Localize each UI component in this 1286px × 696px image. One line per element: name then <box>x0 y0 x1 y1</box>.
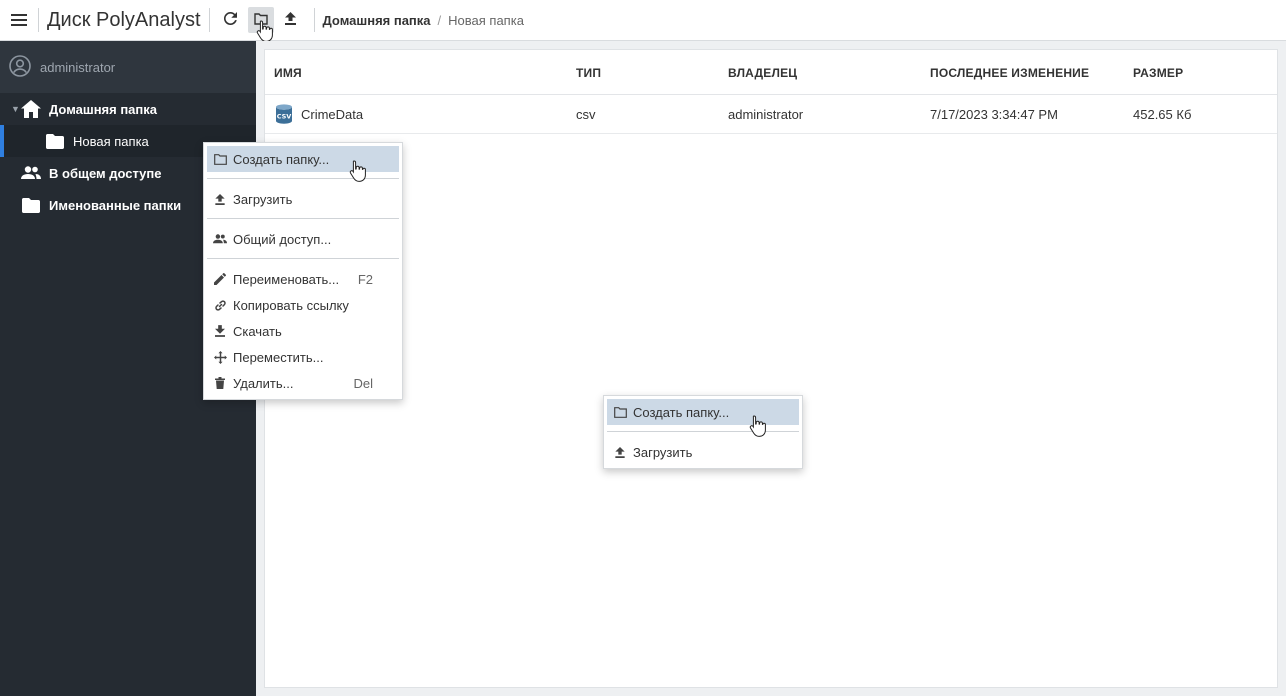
download-icon <box>213 324 227 338</box>
upload-button[interactable] <box>278 7 304 33</box>
menu-item-label: Создать папку... <box>633 404 730 420</box>
folder-outline-icon <box>213 152 227 166</box>
cell-size: 452.65 Кб <box>1133 107 1192 122</box>
table-header: ИМЯ ТИП ВЛАДЕЛЕЦ ПОСЛЕДНЕЕ ИЗМЕНЕНИЕ РАЗ… <box>265 50 1277 95</box>
menu-item-label: Копировать ссылку <box>233 297 349 313</box>
column-header-size[interactable]: РАЗМЕР <box>1133 66 1183 80</box>
upload-icon <box>285 12 297 28</box>
toolbar-divider <box>208 8 210 32</box>
context-menu-background: Создать папку... Загрузить <box>603 395 803 469</box>
upload-icon <box>213 192 227 206</box>
menu-separator <box>207 218 399 219</box>
cell-owner: administrator <box>728 107 804 122</box>
menu-item-delete[interactable]: Удалить... Del <box>207 370 399 396</box>
menu-item-label: Скачать <box>233 323 282 339</box>
hamburger-icon[interactable] <box>0 0 38 41</box>
hand-cursor-icon <box>749 415 766 437</box>
breadcrumb-separator: / <box>437 12 442 28</box>
svg-text:CSV: CSV <box>277 113 292 121</box>
cell-name: CrimeData <box>301 107 364 122</box>
menu-separator <box>207 178 399 179</box>
user-avatar-icon <box>9 54 31 80</box>
menu-separator <box>607 431 799 432</box>
breadcrumb-home[interactable]: Домашняя папка <box>323 13 431 28</box>
people-icon <box>213 232 227 246</box>
sidebar-item-label: В общем доступе <box>49 165 162 181</box>
folder-icon <box>45 131 65 151</box>
folder-outline-icon <box>613 405 627 419</box>
cell-type: csv <box>576 107 596 122</box>
column-header-type[interactable]: ТИП <box>576 66 601 80</box>
shortcut-label: F2 <box>357 271 373 287</box>
refresh-icon <box>223 11 238 28</box>
user-row[interactable]: administrator <box>0 41 256 93</box>
menu-item-label: Удалить... <box>233 375 294 391</box>
menu-item-create-folder[interactable]: Создать папку... <box>607 399 799 425</box>
menu-separator <box>207 258 399 259</box>
home-icon <box>21 99 41 119</box>
menu-item-copy-link[interactable]: Копировать ссылку <box>207 292 399 318</box>
people-icon <box>21 163 41 183</box>
table-row[interactable]: CSV CrimeData csv administrator 7/17/202… <box>265 95 1277 134</box>
sidebar-item-label: Именованные папки <box>49 197 182 213</box>
menu-item-upload[interactable]: Загрузить <box>207 186 399 212</box>
upload-icon <box>613 445 627 459</box>
sidebar-item-label: Новая папка <box>73 133 149 149</box>
app-title: Диск PolyAnalyst <box>47 8 201 31</box>
shortcut-label: Del <box>353 375 373 391</box>
caret-down-icon[interactable]: ▼ <box>11 104 21 114</box>
menu-item-move[interactable]: Переместить... <box>207 344 399 370</box>
file-table[interactable]: ИМЯ ТИП ВЛАДЕЛЕЦ ПОСЛЕДНЕЕ ИЗМЕНЕНИЕ РАЗ… <box>264 49 1278 688</box>
cell-modified: 7/17/2023 3:34:47 PM <box>930 107 1058 122</box>
menu-item-label: Переместить... <box>233 349 324 365</box>
menu-item-label: Загрузить <box>233 191 293 207</box>
folder-icon <box>21 195 41 215</box>
menu-item-create-folder[interactable]: Создать папку... <box>207 146 399 172</box>
column-header-name[interactable]: ИМЯ <box>274 66 302 80</box>
sidebar-item-home[interactable]: ▼ Домашняя папка <box>0 93 256 125</box>
column-header-owner[interactable]: ВЛАДЕЛЕЦ <box>728 66 797 80</box>
menu-item-download[interactable]: Скачать <box>207 318 399 344</box>
top-bar: Диск PolyAnalyst Домашняя папка / Новая … <box>0 0 1286 41</box>
menu-item-label: Переименовать... <box>233 271 340 287</box>
hand-cursor-icon <box>256 20 273 42</box>
menu-item-upload[interactable]: Загрузить <box>607 439 799 465</box>
refresh-button[interactable] <box>218 7 244 33</box>
move-icon <box>213 350 227 364</box>
user-name: administrator <box>40 59 116 75</box>
menu-item-share[interactable]: Общий доступ... <box>207 226 399 252</box>
menu-item-label: Общий доступ... <box>233 231 332 247</box>
menu-item-label: Загрузить <box>633 444 693 460</box>
pencil-icon <box>213 272 227 286</box>
sidebar-item-label: Домашняя папка <box>49 101 158 117</box>
column-header-modified[interactable]: ПОСЛЕДНЕЕ ИЗМЕНЕНИЕ <box>930 66 1089 80</box>
breadcrumb-current: Новая папка <box>448 12 524 28</box>
menu-item-label: Создать папку... <box>233 151 330 167</box>
trash-icon <box>213 376 227 390</box>
context-menu-folder: Создать папку... Загрузить Общий доступ.… <box>203 142 403 400</box>
csv-file-icon: CSV <box>275 104 293 124</box>
breadcrumb: Домашняя папка / Новая папка <box>315 13 524 28</box>
main-area: ИМЯ ТИП ВЛАДЕЛЕЦ ПОСЛЕДНЕЕ ИЗМЕНЕНИЕ РАЗ… <box>256 41 1286 696</box>
menu-item-rename[interactable]: Переименовать... F2 <box>207 266 399 292</box>
hand-cursor-icon <box>349 160 366 182</box>
link-icon <box>213 298 227 312</box>
